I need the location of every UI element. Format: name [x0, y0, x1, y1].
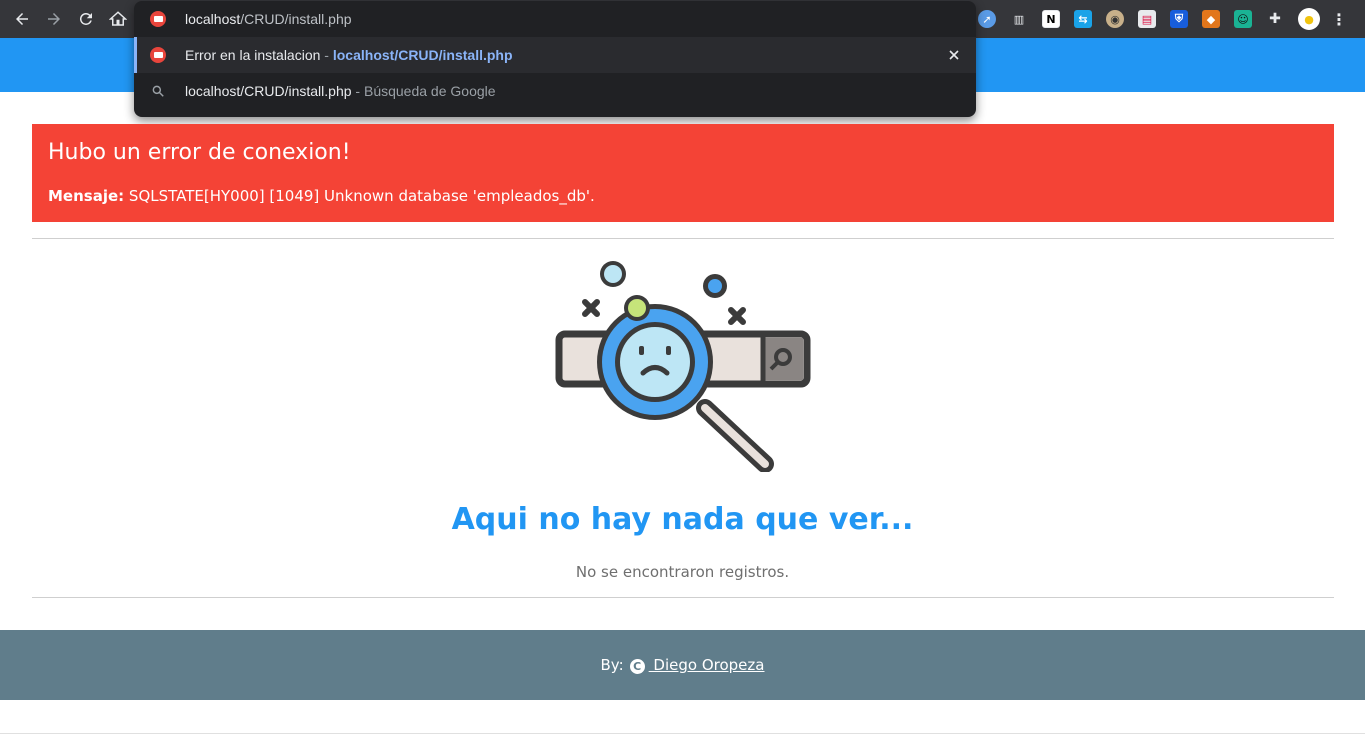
site-favicon-icon [150, 11, 166, 27]
compass-ext-icon[interactable]: ➚ [978, 10, 996, 28]
suggestion-url: localhost/CRUD/install.php [332, 47, 513, 63]
suggestion-query: localhost/CRUD/install.php [185, 83, 352, 99]
suggestion-source: Búsqueda de Google [363, 83, 496, 99]
home-button[interactable] [106, 7, 130, 31]
divider [32, 597, 1334, 598]
translate-ext-icon[interactable]: ⇆ [1074, 10, 1092, 28]
empty-state-title: Aqui no hay nada que ver... [451, 502, 914, 537]
suggestion-separator: - [320, 47, 333, 63]
omnibox-dropdown: localhost/CRUD/install.php Error en la i… [134, 1, 976, 117]
alert-title: Hubo un error de conexion! [48, 140, 351, 165]
remove-suggestion-icon[interactable] [946, 47, 962, 63]
pacman-profile-icon[interactable]: ● [1298, 8, 1320, 30]
extensions-bar: ➚ ▥ N ⇆ ◉ ▤ ⛨ ◆ ☺ ✚ ● ⋮ [978, 6, 1358, 32]
bitwarden-ext-icon[interactable]: ⛨ [1170, 10, 1188, 28]
selection-indicator [134, 37, 137, 73]
jar-ext-icon[interactable]: ▥ [1010, 10, 1028, 28]
author-name: Diego Oropeza [648, 656, 765, 674]
robot-ext-icon[interactable]: ☺ [1234, 10, 1252, 28]
puzzle-extensions-icon[interactable]: ✚ [1266, 10, 1284, 28]
metamask-ext-icon[interactable]: ◆ [1202, 10, 1220, 28]
menu-kebab-icon[interactable]: ⋮ [1331, 10, 1347, 29]
card-ext-icon[interactable]: ▤ [1138, 10, 1156, 28]
address-bar[interactable]: localhost/CRUD/install.php [134, 1, 976, 37]
copyright-icon: C [629, 659, 645, 674]
alert-message-text: SQLSTATE[HY000] [1049] Unknown database … [124, 187, 595, 205]
suggestion-separator: - [351, 83, 364, 99]
notion-ext-icon[interactable]: N [1042, 10, 1060, 28]
owl-ext-icon[interactable]: ◉ [1106, 10, 1124, 28]
site-favicon-icon [150, 47, 166, 63]
reload-button[interactable] [74, 7, 98, 31]
suggestion-history[interactable]: Error en la instalacion - localhost/CRUD… [134, 37, 976, 73]
address-text[interactable]: localhost/CRUD/install.php [185, 11, 352, 27]
suggestion-text: localhost/CRUD/install.php - Búsqueda de… [185, 83, 496, 99]
empty-state-subtitle: No se encontraron registros. [575, 563, 790, 581]
address-host: localhost [185, 11, 241, 27]
suggestion-search[interactable]: localhost/CRUD/install.php - Búsqueda de… [134, 73, 976, 109]
alert-message-label: Mensaje: [48, 187, 125, 205]
back-button[interactable] [10, 7, 34, 31]
forward-button[interactable] [42, 7, 66, 31]
suggestion-text: Error en la instalacion - localhost/CRUD… [185, 47, 513, 63]
author-link[interactable]: C Diego Oropeza [629, 656, 765, 674]
magnifier-sad-illustration [555, 261, 811, 472]
suggestion-title: Error en la instalacion [185, 47, 321, 63]
arrow-left-icon [16, 13, 28, 25]
address-path: /CRUD/install.php [240, 11, 352, 27]
search-icon [152, 85, 164, 97]
home-icon [109, 11, 127, 26]
arrow-right-icon [48, 13, 60, 25]
alert-message: Mensaje: SQLSTATE[HY000] [1049] Unknown … [48, 187, 595, 205]
reload-icon [79, 12, 92, 25]
divider [32, 238, 1334, 239]
page-footer: By: C Diego Oropeza [0, 630, 1365, 700]
error-alert: Hubo un error de conexion! Mensaje: SQLS… [32, 124, 1334, 222]
footer-by-label: By: [600, 656, 624, 674]
